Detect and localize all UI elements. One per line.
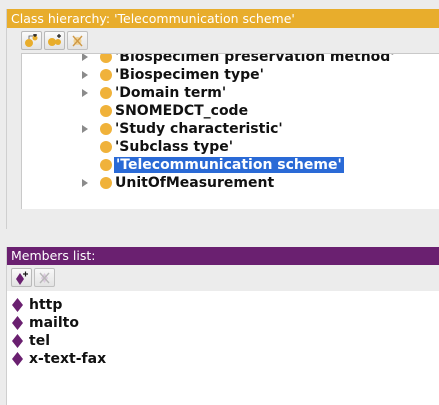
panel-divider[interactable] bbox=[0, 233, 439, 237]
tree-item-label: UnitOfMeasurement bbox=[115, 175, 275, 191]
tree-item-biospecimen-type[interactable]: 'Biospecimen type' bbox=[22, 66, 439, 84]
members-list-toolbar bbox=[7, 265, 439, 291]
class-tree[interactable]: 'Biospecimen preservation method' 'Biosp… bbox=[21, 53, 439, 209]
member-label: http bbox=[29, 297, 63, 313]
tree-item-label: SNOMEDCT_code bbox=[115, 103, 249, 119]
add-individual-icon bbox=[16, 271, 28, 285]
individual-diamond-icon bbox=[12, 352, 23, 366]
add-sibling-class-icon bbox=[48, 33, 61, 46]
expand-arrow-icon[interactable] bbox=[82, 89, 88, 97]
class-icon bbox=[100, 177, 112, 189]
individual-diamond-icon bbox=[12, 298, 23, 312]
delete-class-button[interactable] bbox=[67, 31, 88, 50]
expand-arrow-icon[interactable] bbox=[82, 54, 88, 61]
member-label: mailto bbox=[29, 315, 79, 331]
tree-item-label: 'Subclass type' bbox=[115, 139, 234, 155]
individual-diamond-icon bbox=[12, 334, 23, 348]
tree-item-study-characteristic[interactable]: 'Study characteristic' bbox=[22, 120, 439, 138]
member-label: x-text-fax bbox=[29, 351, 107, 367]
tree-item-label: 'Telecommunication scheme' bbox=[114, 157, 344, 173]
list-item[interactable]: x-text-fax bbox=[7, 350, 439, 368]
list-item[interactable]: tel bbox=[7, 332, 439, 350]
expand-arrow-icon[interactable] bbox=[82, 125, 88, 133]
class-hierarchy-title: Class hierarchy: 'Telecommunication sche… bbox=[7, 9, 439, 28]
expand-arrow-icon[interactable] bbox=[82, 179, 88, 187]
class-icon bbox=[100, 105, 112, 117]
class-hierarchy-toolbar bbox=[7, 28, 439, 53]
list-item[interactable]: http bbox=[7, 296, 439, 314]
expand-arrow-icon[interactable] bbox=[82, 71, 88, 79]
tree-item-unit-of-measurement[interactable]: UnitOfMeasurement bbox=[22, 174, 439, 192]
tree-item-label: 'Biospecimen preservation method' bbox=[115, 53, 395, 65]
add-subclass-icon bbox=[25, 33, 38, 47]
delete-individual-icon bbox=[39, 272, 50, 283]
tree-item-domain-term[interactable]: 'Domain term' bbox=[22, 84, 439, 102]
class-icon bbox=[100, 159, 112, 171]
add-individual-button[interactable] bbox=[11, 268, 32, 287]
class-icon bbox=[100, 54, 112, 63]
members-list-title: Members list: bbox=[7, 247, 439, 265]
tree-item-label: 'Domain term' bbox=[115, 85, 227, 101]
tree-item-subclass-type[interactable]: 'Subclass type' bbox=[22, 138, 439, 156]
add-subclass-button[interactable] bbox=[21, 31, 42, 50]
individual-diamond-icon bbox=[12, 316, 23, 330]
add-sibling-class-button[interactable] bbox=[44, 31, 65, 50]
members-list[interactable]: http mailto tel x-text-fax bbox=[7, 291, 439, 368]
class-icon bbox=[100, 69, 112, 81]
list-item[interactable]: mailto bbox=[7, 314, 439, 332]
class-icon bbox=[100, 141, 112, 153]
tree-item-label: 'Biospecimen type' bbox=[115, 67, 264, 83]
class-hierarchy-panel: Class hierarchy: 'Telecommunication sche… bbox=[6, 9, 439, 229]
delete-class-icon bbox=[72, 35, 83, 46]
member-label: tel bbox=[29, 333, 50, 349]
class-icon bbox=[100, 123, 112, 135]
tree-item-telecommunication-scheme[interactable]: 'Telecommunication scheme' bbox=[22, 156, 439, 174]
members-list-panel: Members list: http mailto tel x-text-fax bbox=[6, 247, 439, 405]
class-icon bbox=[100, 87, 112, 99]
tree-item-label: 'Study characteristic' bbox=[115, 121, 283, 137]
tree-item-snomedct-code[interactable]: SNOMEDCT_code bbox=[22, 102, 439, 120]
tree-item-biospecimen-preservation-method[interactable]: 'Biospecimen preservation method' bbox=[22, 53, 439, 66]
delete-individual-button[interactable] bbox=[34, 268, 55, 287]
